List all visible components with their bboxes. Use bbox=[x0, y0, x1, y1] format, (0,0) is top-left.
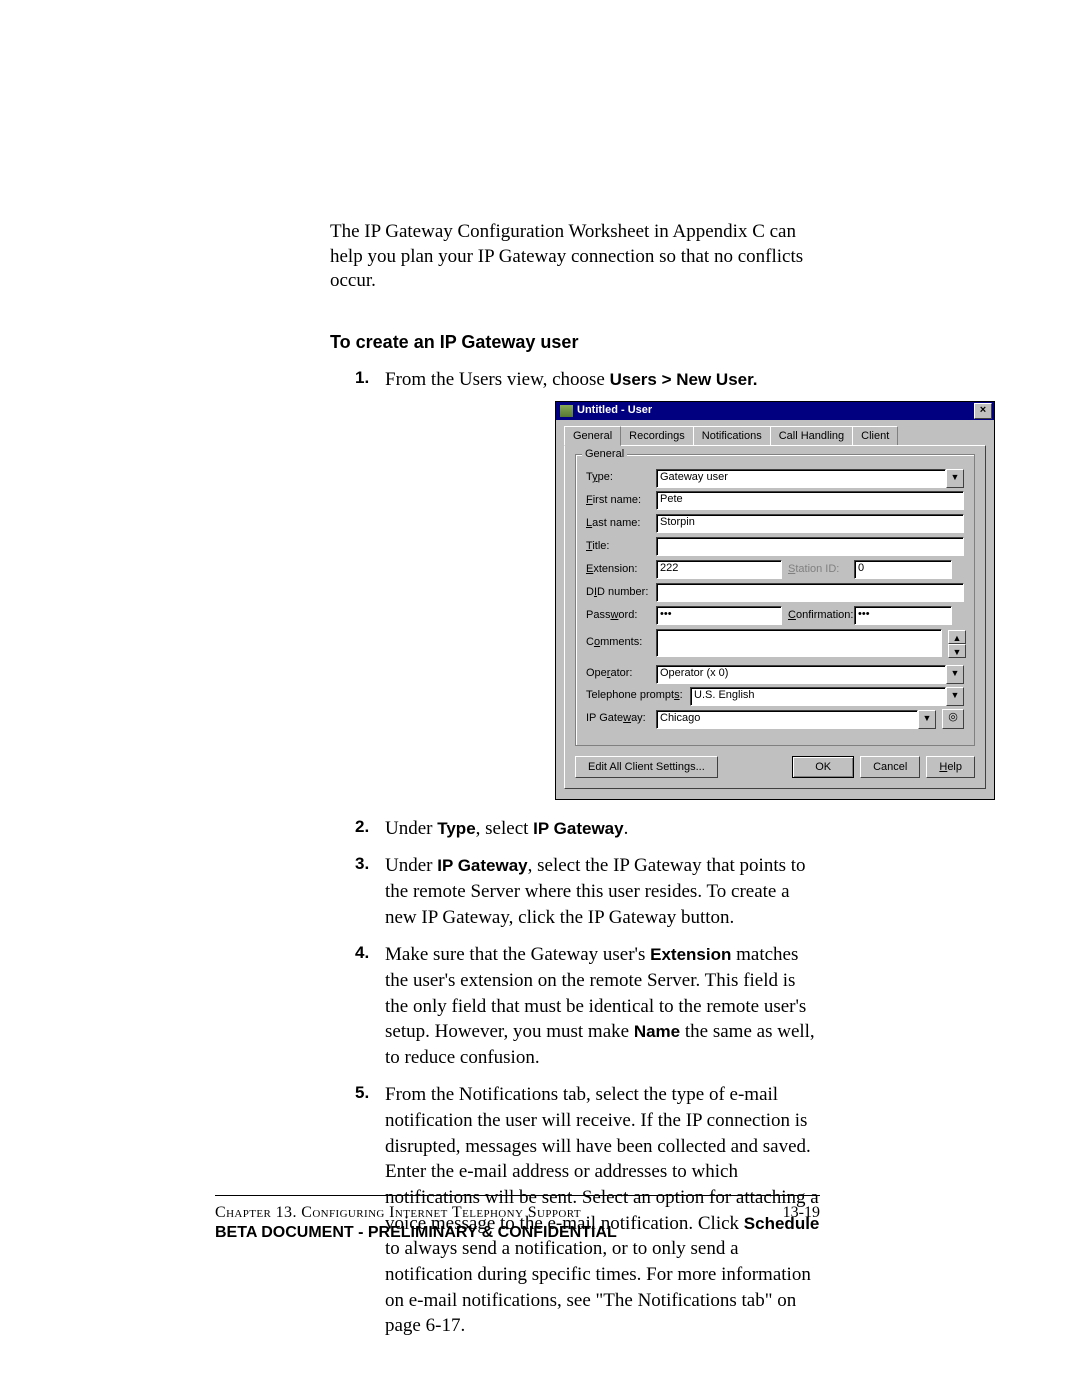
label-comments: Comments: bbox=[586, 635, 650, 650]
station-id-field[interactable]: 0 bbox=[854, 560, 952, 579]
label-operator: Operator: bbox=[586, 666, 650, 681]
page-footer: Chapter 13. Configuring Internet Telepho… bbox=[215, 1195, 820, 1242]
confirmation-field[interactable]: ••• bbox=[854, 606, 952, 625]
label-confirmation: Confirmation: bbox=[788, 608, 848, 623]
label-password: Password: bbox=[586, 608, 650, 623]
step-1: From the Users view, choose Users > New … bbox=[355, 367, 820, 800]
did-field[interactable] bbox=[656, 583, 964, 602]
edit-client-settings-button[interactable]: Edit All Client Settings... bbox=[575, 756, 718, 778]
label-extension: Extension: bbox=[586, 562, 650, 577]
comments-scrollbar[interactable]: ▲ ▼ bbox=[948, 630, 964, 656]
help-button[interactable]: Help bbox=[926, 756, 975, 778]
tab-recordings[interactable]: Recordings bbox=[620, 426, 694, 445]
group-legend: General bbox=[582, 447, 627, 462]
label-title: Title: bbox=[586, 539, 650, 554]
ok-button[interactable]: OK bbox=[792, 756, 854, 778]
label-station-id: Station ID: bbox=[788, 562, 848, 577]
step-2: Under Type, select IP Gateway. bbox=[355, 816, 820, 842]
chevron-down-icon[interactable]: ▼ bbox=[946, 665, 964, 684]
label-type: Type: bbox=[586, 470, 650, 485]
step-4: Make sure that the Gateway user's Extens… bbox=[355, 942, 820, 1070]
close-icon[interactable]: × bbox=[974, 403, 992, 419]
general-group: General Type: Gateway user▼ First name: … bbox=[575, 454, 975, 746]
tab-strip: General Recordings Notifications Call Ha… bbox=[564, 426, 986, 445]
tab-call-handling[interactable]: Call Handling bbox=[770, 426, 853, 445]
ip-gateway-select[interactable]: Chicago bbox=[656, 710, 918, 729]
password-field[interactable]: ••• bbox=[656, 606, 782, 625]
user-dialog: Untitled - User × General Recordings Not… bbox=[555, 401, 995, 800]
label-prompts: Telephone prompts: bbox=[586, 688, 684, 703]
scroll-up-icon[interactable]: ▲ bbox=[948, 630, 966, 644]
prompts-select[interactable]: U.S. English bbox=[690, 687, 946, 706]
operator-select[interactable]: Operator (x 0) bbox=[656, 665, 946, 684]
ip-gateway-button[interactable]: ◎ bbox=[942, 709, 964, 729]
step-1-text: From the Users view, choose bbox=[385, 369, 610, 390]
dialog-screenshot: Untitled - User × General Recordings Not… bbox=[555, 401, 820, 800]
steps-list: From the Users view, choose Users > New … bbox=[355, 367, 820, 1339]
scroll-down-icon[interactable]: ▼ bbox=[948, 644, 966, 658]
label-first-name: First name: bbox=[586, 493, 650, 508]
tab-notifications[interactable]: Notifications bbox=[693, 426, 771, 445]
label-did: DID number: bbox=[586, 585, 650, 600]
comments-field[interactable] bbox=[656, 629, 942, 657]
chevron-down-icon[interactable]: ▼ bbox=[918, 710, 936, 729]
footer-chapter: Chapter 13. Configuring Internet Telepho… bbox=[215, 1204, 581, 1222]
title-field[interactable] bbox=[656, 537, 964, 556]
label-ip-gateway: IP Gateway: bbox=[586, 711, 650, 726]
footer-page-number: 13-19 bbox=[783, 1204, 820, 1222]
window-title: Untitled - User bbox=[577, 403, 974, 418]
step-1-bold: Users > New User. bbox=[610, 370, 758, 389]
app-icon bbox=[560, 405, 573, 417]
chevron-down-icon[interactable]: ▼ bbox=[946, 687, 964, 706]
extension-field[interactable]: 222 bbox=[656, 560, 782, 579]
section-heading: To create an IP Gateway user bbox=[330, 332, 820, 353]
label-last-name: Last name: bbox=[586, 516, 650, 531]
step-3: Under IP Gateway, select the IP Gateway … bbox=[355, 853, 820, 930]
tab-general[interactable]: General bbox=[564, 426, 621, 446]
tab-client[interactable]: Client bbox=[852, 426, 898, 445]
type-select[interactable]: Gateway user bbox=[656, 469, 946, 488]
tab-panel: General Type: Gateway user▼ First name: … bbox=[564, 445, 986, 789]
footer-confidential: BETA DOCUMENT - PRELIMINARY & CONFIDENTI… bbox=[215, 1224, 820, 1242]
chevron-down-icon[interactable]: ▼ bbox=[946, 469, 964, 488]
titlebar: Untitled - User × bbox=[556, 402, 994, 420]
intro-paragraph: The IP Gateway Configuration Worksheet i… bbox=[330, 220, 820, 294]
first-name-field[interactable]: Pete bbox=[656, 491, 964, 510]
last-name-field[interactable]: Storpin bbox=[656, 514, 964, 533]
dialog-button-row: Edit All Client Settings... OK Cancel He… bbox=[575, 756, 975, 778]
cancel-button[interactable]: Cancel bbox=[860, 756, 920, 778]
